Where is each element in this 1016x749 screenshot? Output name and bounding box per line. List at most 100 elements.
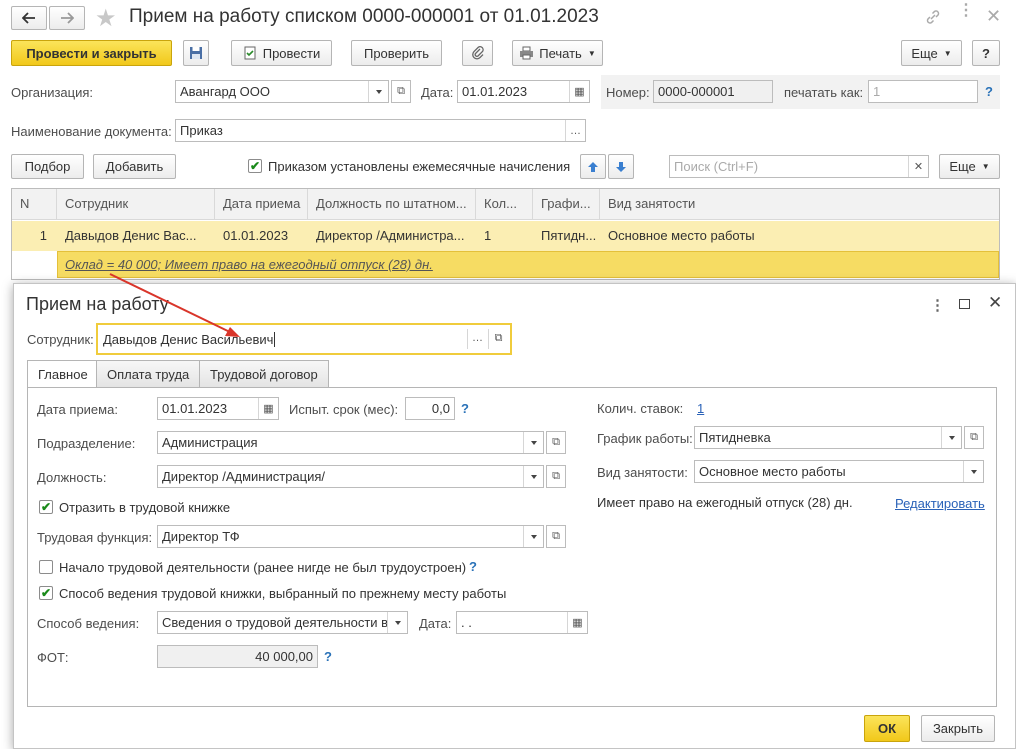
dialog-tabs: Главное Оплата труда Трудовой договор	[27, 360, 997, 388]
book-method-checkbox[interactable]: ✔	[39, 586, 53, 600]
position-field[interactable]: Директор /Администрация/	[157, 465, 544, 488]
select-button[interactable]: Подбор	[11, 154, 84, 179]
docname-field[interactable]: Приказ …	[175, 119, 586, 142]
tab-contract[interactable]: Трудовой договор	[199, 360, 329, 387]
date-field[interactable]: 01.01.2023 ▦	[457, 80, 590, 103]
tab-payment[interactable]: Оплата труда	[96, 360, 201, 387]
close-button[interactable]: Закрыть	[921, 715, 995, 742]
monthly-accruals-checkbox[interactable]: ✔	[248, 159, 262, 173]
tab-main[interactable]: Главное	[27, 360, 99, 388]
organization-value: Авангард ООО	[180, 84, 270, 99]
close-icon[interactable]: ✕	[986, 6, 1001, 27]
add-button[interactable]: Добавить	[93, 154, 176, 179]
organization-open-icon[interactable]: ⧉	[391, 80, 411, 103]
maximize-icon[interactable]	[959, 299, 970, 309]
start-activity-help-icon[interactable]: ?	[469, 559, 477, 574]
print-button[interactable]: Печать ▼	[512, 40, 603, 66]
employment-field[interactable]: Основное место работы	[694, 460, 984, 483]
save-button[interactable]	[183, 40, 209, 66]
arrow-right-icon	[61, 12, 74, 24]
book-date-field[interactable]: . . ▦	[456, 611, 588, 634]
position-open-icon[interactable]: ⧉	[546, 465, 566, 488]
schedule-value: Пятидневка	[699, 430, 771, 445]
col-count[interactable]: Кол...	[476, 189, 533, 220]
chevron-down-icon: ▼	[943, 48, 952, 58]
select-ellipsis-icon[interactable]: …	[565, 120, 585, 141]
employee-open-icon[interactable]: ⧉	[488, 329, 508, 349]
book-method-check-label: Способ ведения трудовой книжки, выбранны…	[59, 586, 507, 601]
table-row[interactable]: 1 Давыдов Денис Вас... 01.01.2023 Директ…	[12, 221, 999, 251]
link-icon[interactable]	[925, 9, 941, 25]
fot-help-icon[interactable]: ?	[324, 649, 332, 664]
dialog-close-icon[interactable]: ✕	[988, 293, 1002, 313]
more-button[interactable]: Еще ▼	[901, 40, 962, 66]
employment-dropdown-icon[interactable]	[963, 461, 983, 482]
schedule-open-icon[interactable]: ⧉	[964, 426, 984, 449]
dialog-more-icon[interactable]: ⋮	[930, 296, 945, 314]
post-and-close-button[interactable]: Провести и закрыть	[11, 40, 172, 66]
arrow-left-icon	[22, 12, 35, 24]
col-employee[interactable]: Сотрудник	[57, 189, 215, 220]
cell-position: Директор /Администра...	[316, 228, 465, 243]
help-icon[interactable]: ?	[985, 84, 993, 99]
book-method-dropdown-icon[interactable]	[387, 612, 407, 633]
start-activity-checkbox[interactable]	[39, 560, 53, 574]
col-position[interactable]: Должность по штатном...	[308, 189, 476, 220]
dept-open-icon[interactable]: ⧉	[546, 431, 566, 454]
position-dropdown-icon[interactable]	[523, 466, 543, 487]
more-button-label: Еще	[911, 45, 938, 61]
dept-dropdown-icon[interactable]	[523, 432, 543, 453]
forward-button[interactable]	[49, 6, 85, 30]
calendar-icon[interactable]: ▦	[569, 81, 589, 102]
book-date-value: . .	[461, 615, 472, 630]
organization-field[interactable]: Авангард ООО	[175, 80, 389, 103]
probation-field[interactable]: 0,0	[405, 397, 455, 420]
check-button[interactable]: Проверить	[351, 40, 442, 66]
schedule-label: График работы:	[597, 431, 693, 446]
number-field[interactable]: 0000-000001	[653, 80, 773, 103]
labor-func-field[interactable]: Директор ТФ	[157, 525, 544, 548]
employee-select-icon[interactable]: …	[467, 329, 487, 349]
hire-date-field[interactable]: 01.01.2023 ▦	[157, 397, 279, 420]
schedule-dropdown-icon[interactable]	[941, 427, 961, 448]
col-n[interactable]: N	[12, 189, 57, 220]
employment-value: Основное место работы	[699, 464, 846, 479]
calendar-icon[interactable]: ▦	[258, 398, 278, 419]
calendar-icon[interactable]: ▦	[567, 612, 587, 633]
col-employment[interactable]: Вид занятости	[600, 189, 999, 220]
book-date-label: Дата:	[419, 616, 452, 631]
organization-dropdown-icon[interactable]	[368, 81, 388, 102]
reflect-checkbox[interactable]: ✔	[39, 500, 53, 514]
book-method-field[interactable]: Сведения о трудовой деятельности в	[157, 611, 408, 634]
labor-func-open-icon[interactable]: ⧉	[546, 525, 566, 548]
labor-func-dropdown-icon[interactable]	[523, 526, 543, 547]
post-button[interactable]: Провести	[231, 40, 332, 66]
move-down-button[interactable]	[608, 154, 634, 179]
print-as-label: печатать как:	[784, 85, 864, 100]
favorite-star-icon[interactable]: ★	[95, 4, 117, 33]
dept-field[interactable]: Администрация	[157, 431, 544, 454]
back-button[interactable]	[11, 6, 47, 30]
employee-label: Сотрудник:	[27, 332, 94, 347]
row-details-link[interactable]: Оклад = 40 000; Имеет право на ежегодный…	[65, 257, 433, 272]
number-label: Номер:	[606, 85, 650, 100]
ok-button[interactable]: ОК	[864, 715, 910, 742]
col-schedule[interactable]: Графи...	[533, 189, 600, 220]
print-as-field[interactable]: 1	[868, 80, 978, 103]
print-as-value: 1	[873, 84, 881, 99]
probation-help-icon[interactable]: ?	[461, 401, 469, 416]
attach-button[interactable]	[462, 40, 493, 66]
rates-link[interactable]: 1	[697, 401, 704, 416]
table-more-button[interactable]: Еще ▼	[939, 154, 1000, 179]
probation-value: 0,0	[431, 401, 450, 416]
more-vertical-icon[interactable]: ⋮	[958, 3, 974, 19]
clear-search-icon[interactable]: ✕	[908, 156, 928, 177]
col-hire-date[interactable]: Дата приема	[215, 189, 308, 220]
start-activity-label: Начало трудовой деятельности (ранее нигд…	[59, 560, 467, 575]
help-button[interactable]: ?	[972, 40, 1000, 66]
edit-link[interactable]: Редактировать	[895, 496, 985, 511]
move-up-button[interactable]	[580, 154, 606, 179]
schedule-field[interactable]: Пятидневка	[694, 426, 962, 449]
search-input[interactable]: Поиск (Ctrl+F) ✕	[669, 155, 929, 178]
floppy-disk-icon	[190, 47, 202, 59]
